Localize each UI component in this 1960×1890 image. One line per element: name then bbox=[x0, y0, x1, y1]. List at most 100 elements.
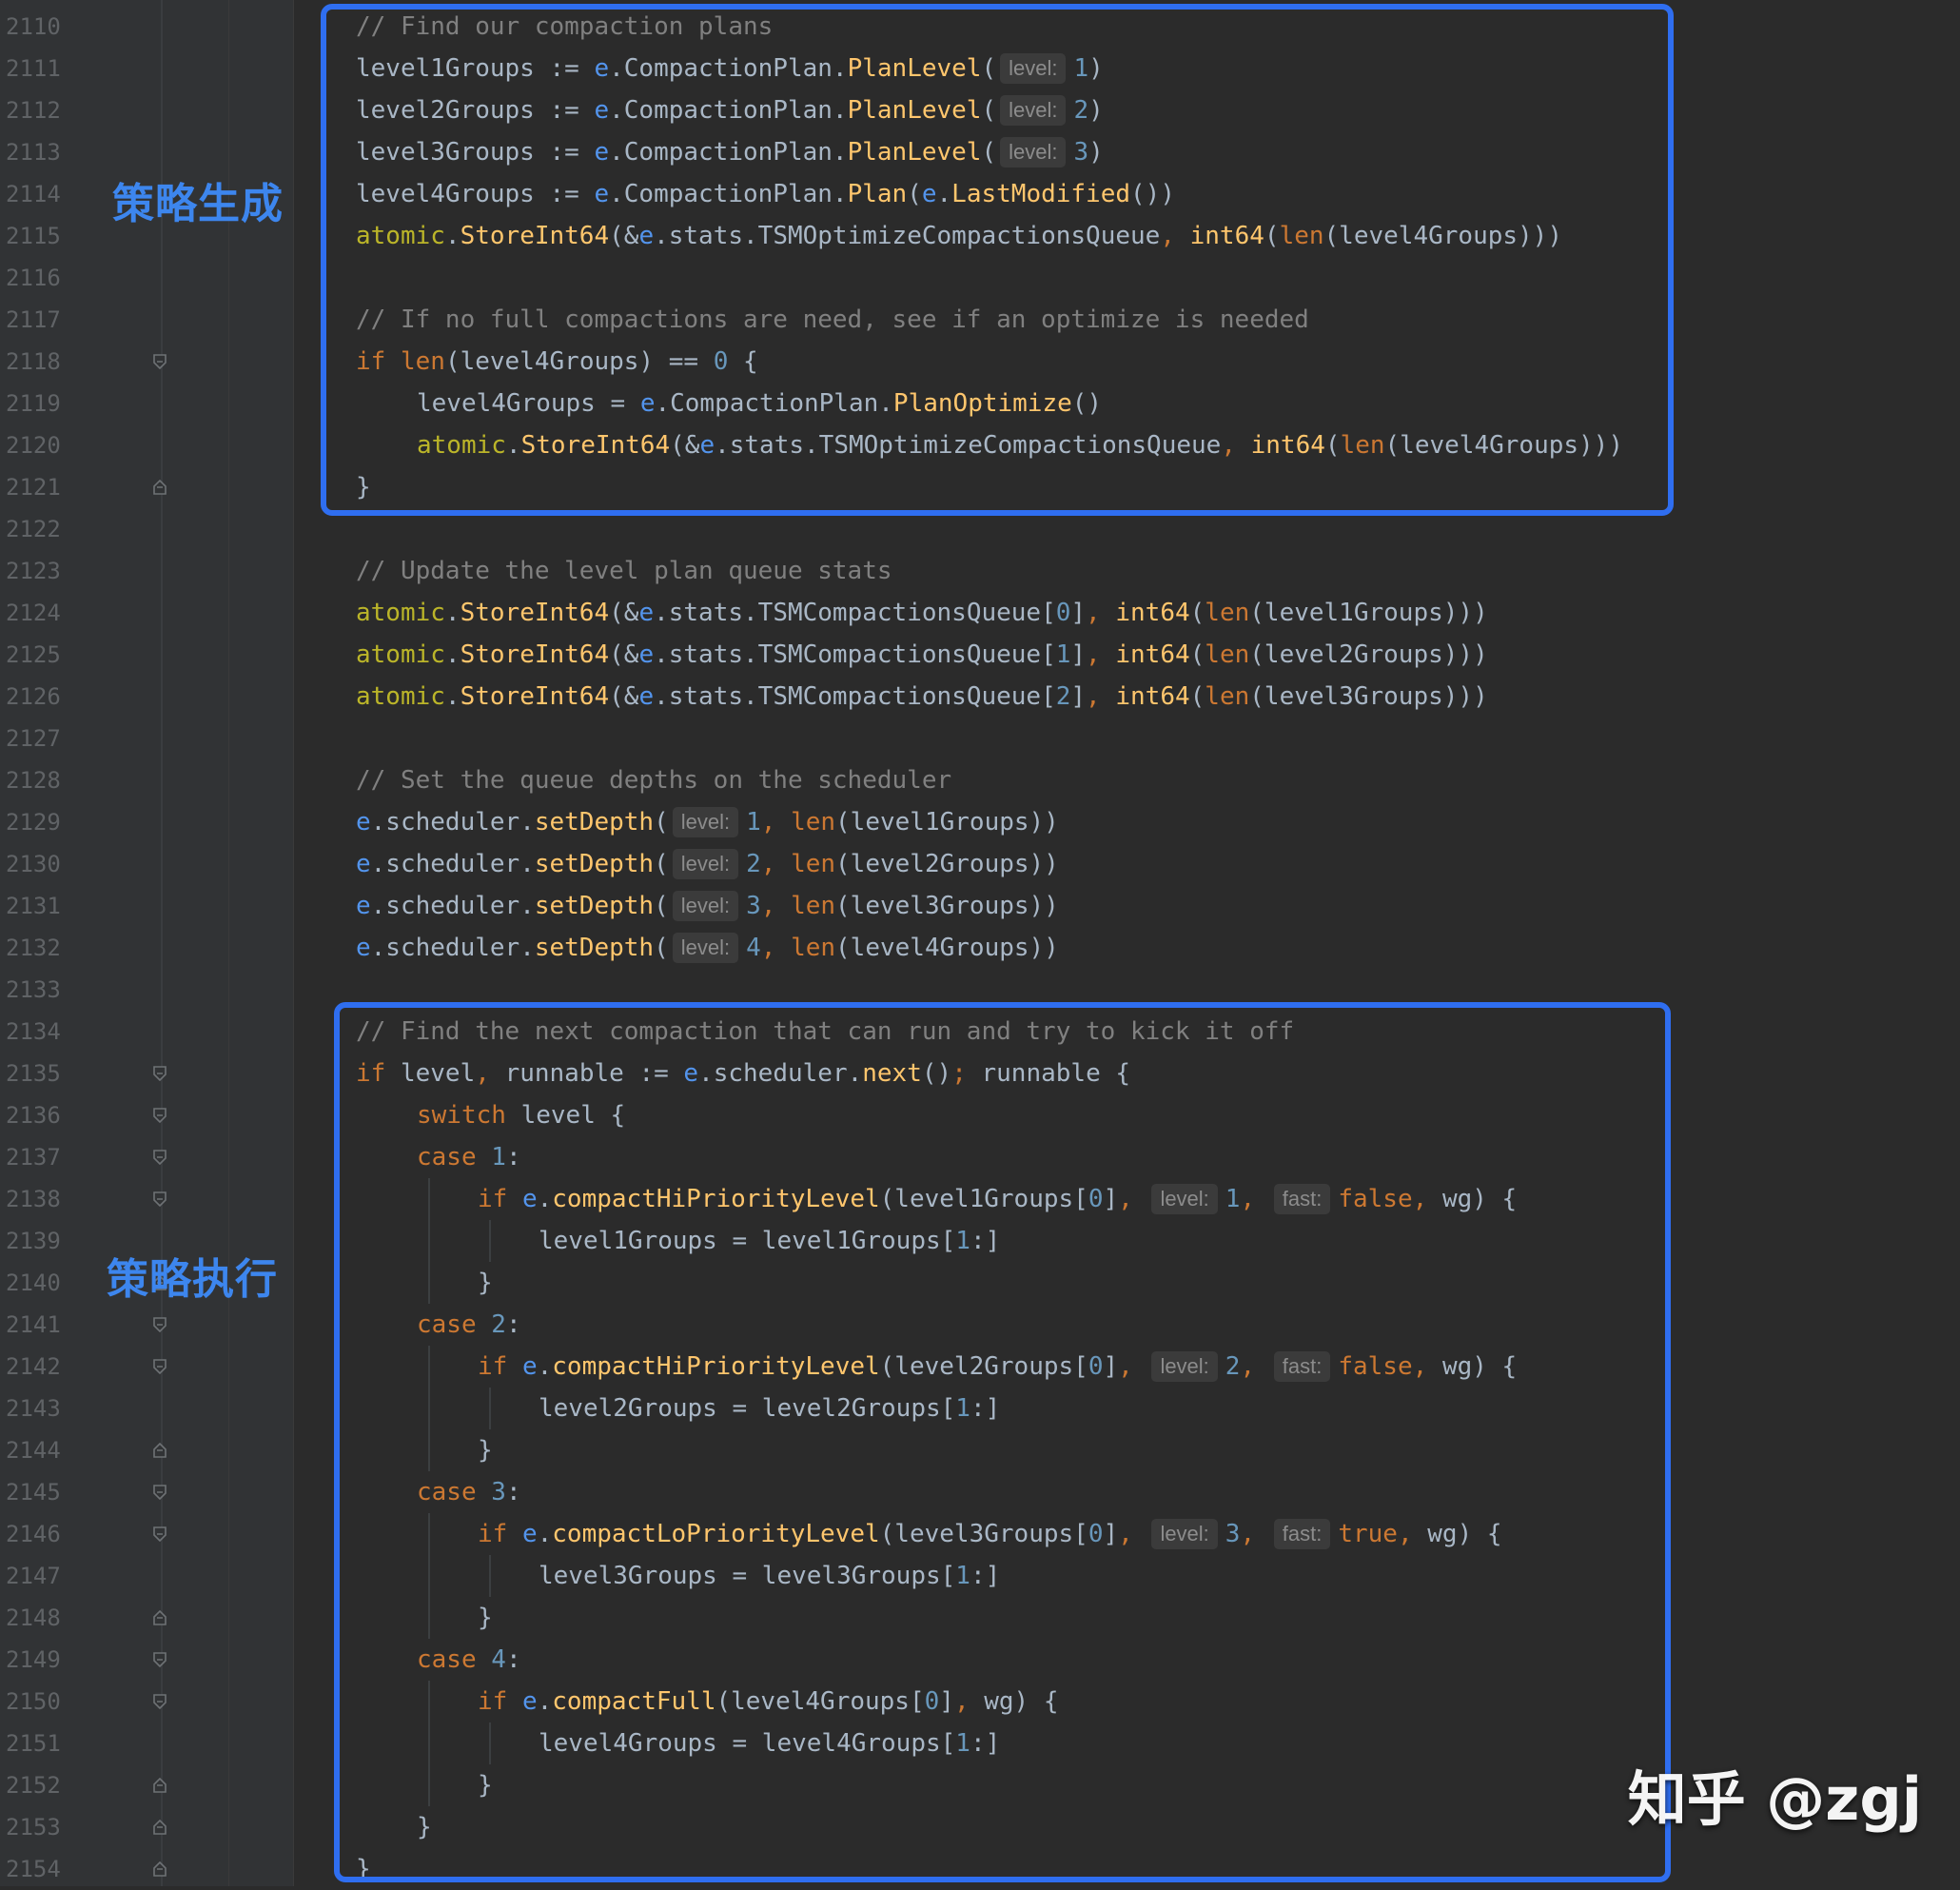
fold-open-icon[interactable] bbox=[153, 1652, 167, 1667]
line-number: 2125 bbox=[6, 641, 61, 668]
code-text: e.scheduler.setDepth(level: 4, len(level4… bbox=[356, 927, 1059, 969]
line-number: 2142 bbox=[6, 1353, 61, 1380]
line-number: 2123 bbox=[6, 558, 61, 584]
code-token: ] bbox=[1070, 682, 1087, 711]
code-token: e bbox=[356, 892, 371, 920]
code-text: e.scheduler.setDepth(level: 2, len(level2… bbox=[356, 843, 1059, 885]
code-token: e bbox=[638, 599, 655, 627]
line-number: 2132 bbox=[6, 935, 61, 961]
code-token: len bbox=[791, 850, 836, 878]
code-token: ( bbox=[1189, 599, 1205, 627]
fold-open-icon[interactable] bbox=[153, 354, 167, 369]
line-number: 2152 bbox=[6, 1772, 61, 1799]
line-number: 2131 bbox=[6, 893, 61, 919]
code-token: .scheduler. bbox=[370, 808, 535, 837]
fold-open-icon[interactable] bbox=[153, 1191, 167, 1207]
code-token: ( bbox=[1189, 640, 1205, 669]
line-number: 2126 bbox=[6, 683, 61, 710]
fold-close-icon[interactable] bbox=[153, 1610, 167, 1625]
code-token: e bbox=[356, 808, 371, 837]
code-token: 1 bbox=[1055, 640, 1071, 669]
line-number: 2133 bbox=[6, 976, 61, 1003]
line-number: 2120 bbox=[6, 432, 61, 459]
code-token: , bbox=[760, 808, 792, 837]
code-token: int64 bbox=[1115, 640, 1190, 669]
line-number: 2128 bbox=[6, 767, 61, 794]
line-number: 2144 bbox=[6, 1437, 61, 1464]
code-text: e.scheduler.setDepth(level: 3, len(level3… bbox=[356, 885, 1059, 927]
code-token: . bbox=[444, 640, 461, 669]
fold-open-icon[interactable] bbox=[153, 1694, 167, 1709]
generation-highlight-box bbox=[321, 4, 1674, 516]
parameter-hint: level: bbox=[672, 933, 739, 963]
code-token: len bbox=[1205, 682, 1250, 711]
code-line: 2128 // Set the queue depths on the sched… bbox=[0, 759, 1960, 801]
line-number: 2115 bbox=[6, 223, 61, 249]
code-token: setDepth bbox=[534, 934, 655, 962]
fold-open-icon[interactable] bbox=[153, 1317, 167, 1332]
code-line: 2123 // Update the level plan queue stats bbox=[0, 550, 1960, 592]
fold-close-icon[interactable] bbox=[153, 1861, 167, 1877]
code-token: .scheduler. bbox=[370, 892, 535, 920]
parameter-hint: level: bbox=[672, 849, 739, 879]
fold-open-icon[interactable] bbox=[153, 1150, 167, 1165]
parameter-hint: level: bbox=[672, 807, 739, 837]
code-token: (& bbox=[609, 682, 639, 711]
code-token: (level3Groups))) bbox=[1249, 682, 1488, 711]
line-number: 2110 bbox=[6, 13, 61, 40]
code-token: atomic bbox=[356, 640, 445, 669]
code-token: StoreInt64 bbox=[460, 599, 610, 627]
line-number: 2130 bbox=[6, 851, 61, 877]
fold-close-icon[interactable] bbox=[153, 1778, 167, 1793]
line-number: 2153 bbox=[6, 1814, 61, 1841]
fold-close-icon[interactable] bbox=[153, 1820, 167, 1835]
code-text: atomic.StoreInt64(&e.stats.TSMCompaction… bbox=[356, 592, 1488, 634]
code-token: .scheduler. bbox=[370, 934, 535, 962]
fold-close-icon[interactable] bbox=[153, 480, 167, 495]
code-token: (level2Groups)) bbox=[835, 850, 1059, 878]
code-line: 2131 e.scheduler.setDepth(level: 3, len(le… bbox=[0, 885, 1960, 927]
strategy-execution-label: 策略执行 bbox=[107, 1255, 278, 1304]
line-number: 2150 bbox=[6, 1688, 61, 1715]
code-token: len bbox=[1205, 599, 1250, 627]
line-number: 2141 bbox=[6, 1311, 61, 1338]
code-token: // Set the queue depths on the scheduler bbox=[356, 766, 952, 795]
code-token: .scheduler. bbox=[370, 850, 535, 878]
line-number: 2127 bbox=[6, 725, 61, 752]
line-number: 2119 bbox=[6, 390, 61, 417]
code-token: . bbox=[444, 682, 461, 711]
fold-open-icon[interactable] bbox=[153, 1108, 167, 1123]
code-token: // Update the level plan queue stats bbox=[356, 557, 892, 585]
fold-open-icon[interactable] bbox=[153, 1066, 167, 1081]
code-token: , bbox=[1086, 682, 1116, 711]
code-token: , bbox=[760, 934, 792, 962]
fold-open-icon[interactable] bbox=[153, 1526, 167, 1542]
code-line: 2132 e.scheduler.setDepth(level: 4, len(le… bbox=[0, 927, 1960, 969]
code-line: 2124 atomic.StoreInt64(&e.stats.TSMCompac… bbox=[0, 592, 1960, 634]
code-line: 2125 atomic.StoreInt64(&e.stats.TSMCompac… bbox=[0, 634, 1960, 676]
code-token: , bbox=[1086, 599, 1116, 627]
code-token: (level2Groups))) bbox=[1249, 640, 1488, 669]
parameter-hint: level: bbox=[672, 891, 739, 921]
line-number: 2135 bbox=[6, 1060, 61, 1087]
code-token: (& bbox=[609, 640, 639, 669]
line-number: 2121 bbox=[6, 474, 61, 501]
code-text: e.scheduler.setDepth(level: 1, len(level1… bbox=[356, 801, 1059, 843]
line-number: 2112 bbox=[6, 97, 61, 124]
code-token: int64 bbox=[1115, 682, 1190, 711]
line-number: 2122 bbox=[6, 516, 61, 542]
code-token: 4 bbox=[746, 934, 761, 962]
fold-open-icon[interactable] bbox=[153, 1485, 167, 1500]
code-token: (level1Groups)) bbox=[835, 808, 1059, 837]
code-token: setDepth bbox=[534, 808, 655, 837]
fold-open-icon[interactable] bbox=[153, 1359, 167, 1374]
code-token: len bbox=[791, 892, 836, 920]
code-token: 3 bbox=[746, 892, 761, 920]
code-token: ( bbox=[1189, 682, 1205, 711]
code-token: 1 bbox=[746, 808, 761, 837]
fold-close-icon[interactable] bbox=[153, 1443, 167, 1458]
code-token: (level3Groups)) bbox=[835, 892, 1059, 920]
code-token: StoreInt64 bbox=[460, 640, 610, 669]
code-token: e bbox=[638, 682, 655, 711]
code-token: ] bbox=[1070, 599, 1087, 627]
